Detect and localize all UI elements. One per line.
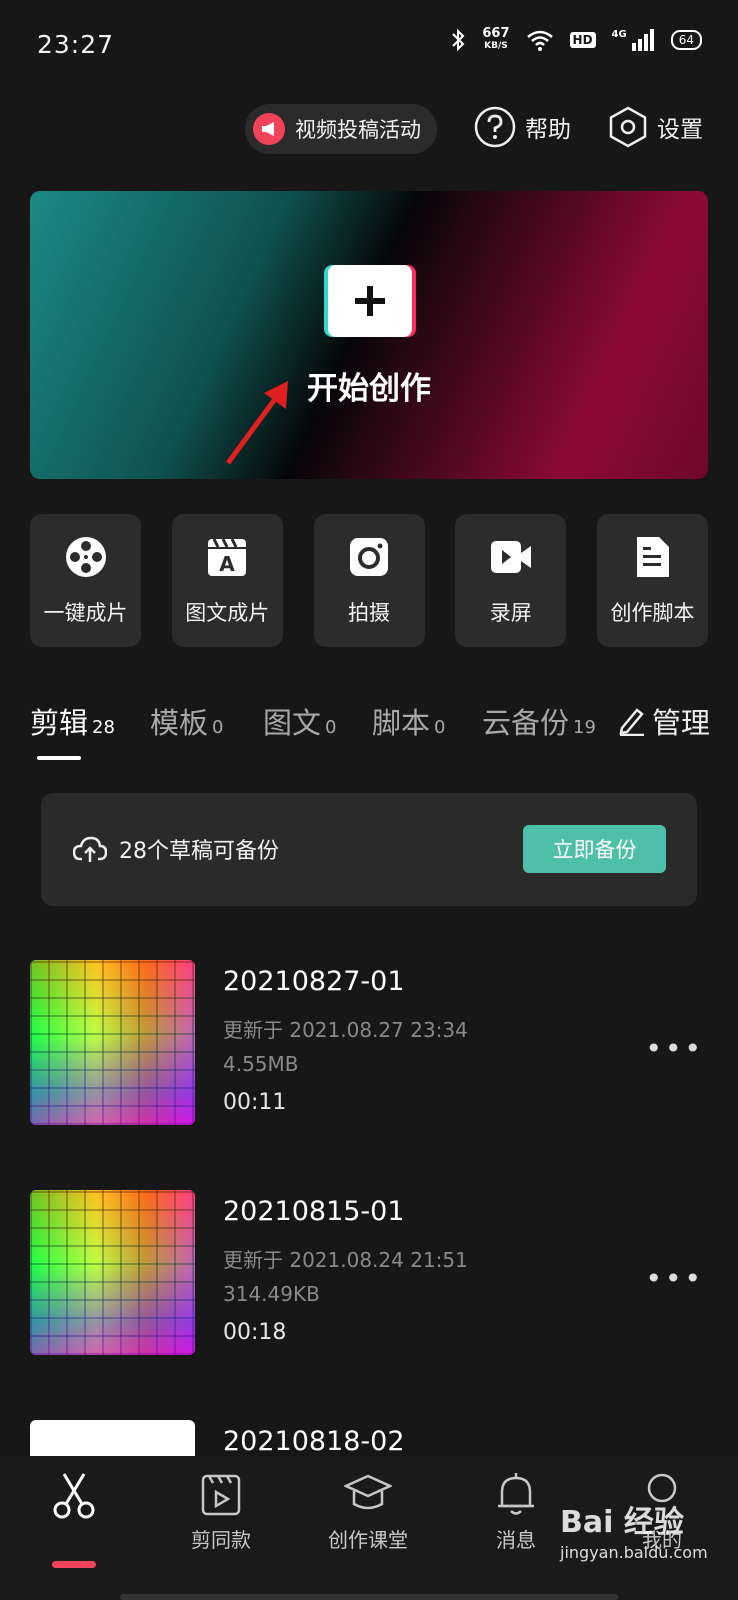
draft-title: 20210818-02 (223, 1426, 405, 1457)
backup-info: 28个草稿可备份 (73, 833, 279, 865)
quick-label: 拍摄 (348, 600, 390, 625)
status-time: 23:27 (37, 30, 115, 59)
draft-size: 4.55MB (223, 1052, 299, 1076)
draft-item[interactable]: 20210815-01 更新于 2021.08.24 21:51 314.49K… (30, 1190, 738, 1360)
script-document-icon (636, 536, 669, 577)
backup-card: 28个草稿可备份 立即备份 (41, 793, 697, 906)
draft-updated: 更新于 2021.08.24 21:51 (223, 1248, 468, 1272)
megaphone-icon (253, 113, 285, 145)
more-options-icon[interactable]: ••• (645, 1262, 704, 1295)
bluetooth-icon (452, 28, 465, 52)
signal-icon (631, 29, 654, 51)
help-button[interactable]: 帮助 (474, 106, 571, 148)
shoot-button[interactable]: 拍摄 (313, 514, 425, 647)
tab-cloud-backup[interactable]: 云备份 19 (482, 700, 596, 742)
quick-label: 创作脚本 (610, 600, 695, 625)
gear-icon (609, 106, 647, 148)
draft-thumbnail (30, 1420, 195, 1460)
nav-creation-class[interactable]: 创作课堂 (328, 1472, 408, 1553)
plus-icon (328, 265, 412, 337)
draft-duration: 00:18 (223, 1320, 287, 1345)
template-icon (201, 1474, 241, 1516)
text-clapper-icon: A (208, 537, 247, 576)
cloud-upload-icon (73, 836, 107, 862)
nav-label: 消息 (496, 1528, 536, 1552)
nav-templates[interactable]: 剪同款 (191, 1472, 251, 1553)
draft-thumbnail (30, 960, 195, 1125)
home-indicator (120, 1594, 618, 1600)
one-click-video-button[interactable]: 一键成片 (30, 514, 141, 647)
graduation-cap-icon (344, 1474, 392, 1510)
edit-icon (619, 708, 644, 736)
draft-thumbnail (30, 1190, 195, 1355)
backup-now-button[interactable]: 立即备份 (523, 825, 666, 873)
tab-template[interactable]: 模板 0 (150, 700, 223, 742)
start-creation-label: 开始创作 (307, 371, 431, 407)
settings-button[interactable]: 设置 (608, 106, 703, 148)
film-reel-icon (65, 536, 106, 577)
manage-label: 管理 (651, 706, 710, 740)
screen-record-button[interactable]: 录屏 (455, 514, 567, 647)
quick-label: 录屏 (489, 600, 532, 625)
hd-badge: HD (569, 32, 596, 48)
backup-text: 28个草稿可备份 (119, 839, 279, 864)
help-icon (474, 106, 516, 148)
video-submission-label: 视频投稿活动 (295, 118, 421, 142)
tab-script[interactable]: 脚本 0 (372, 700, 445, 742)
draft-tabs: 剪辑 28 模板 0 图文 0 脚本 0 云备份 19 管理 (30, 700, 710, 760)
status-icons: 667 KB/S HD 4G 64 (450, 26, 702, 52)
quick-label: 一键成片 (43, 600, 128, 625)
active-tab-indicator (37, 756, 81, 760)
help-label: 帮助 (525, 117, 571, 143)
creation-script-button[interactable]: 创作脚本 (597, 514, 708, 647)
video-submission-button[interactable]: 视频投稿活动 (245, 104, 437, 154)
nav-edit[interactable] (52, 1472, 96, 1528)
start-creation-banner[interactable]: 开始创作 (30, 191, 708, 479)
draft-duration: 00:11 (223, 1090, 287, 1115)
tab-image-text[interactable]: 图文 0 (263, 700, 336, 742)
text-to-video-button[interactable]: A 图文成片 (171, 514, 283, 647)
bell-icon (498, 1473, 534, 1515)
more-options-icon[interactable]: ••• (645, 1032, 704, 1065)
manage-button[interactable]: 管理 (618, 700, 710, 742)
draft-title: 20210815-01 (223, 1196, 405, 1227)
quick-actions: 一键成片 A 图文成片 拍摄 录屏 创作脚本 (30, 514, 708, 647)
camera-icon (350, 537, 388, 576)
net-speed: 667 KB/S (482, 26, 510, 51)
scissors-icon (53, 1473, 95, 1519)
quick-label: 图文成片 (185, 600, 270, 625)
settings-label: 设置 (657, 117, 703, 143)
watermark: Bai 经验 jingyan.baidu.com (560, 1505, 708, 1563)
nav-active-indicator (52, 1561, 96, 1568)
red-arrow-annotation (225, 381, 288, 465)
nav-label: 剪同款 (191, 1528, 251, 1552)
wifi-icon (526, 30, 553, 51)
svg-text:A: A (220, 552, 236, 576)
battery-indicator: 64 (670, 30, 702, 50)
tab-edit[interactable]: 剪辑 28 (30, 700, 115, 742)
network-type: 4G (611, 28, 627, 40)
video-camera-icon (490, 540, 531, 573)
draft-updated: 更新于 2021.08.27 23:34 (223, 1018, 468, 1042)
draft-item[interactable]: 20210818-02 (30, 1420, 738, 1460)
draft-size: 314.49KB (223, 1282, 320, 1306)
draft-title: 20210827-01 (223, 966, 405, 997)
draft-item[interactable]: 20210827-01 更新于 2021.08.27 23:34 4.55MB … (30, 960, 738, 1130)
nav-messages[interactable]: 消息 (496, 1472, 536, 1553)
nav-label: 创作课堂 (328, 1528, 408, 1552)
